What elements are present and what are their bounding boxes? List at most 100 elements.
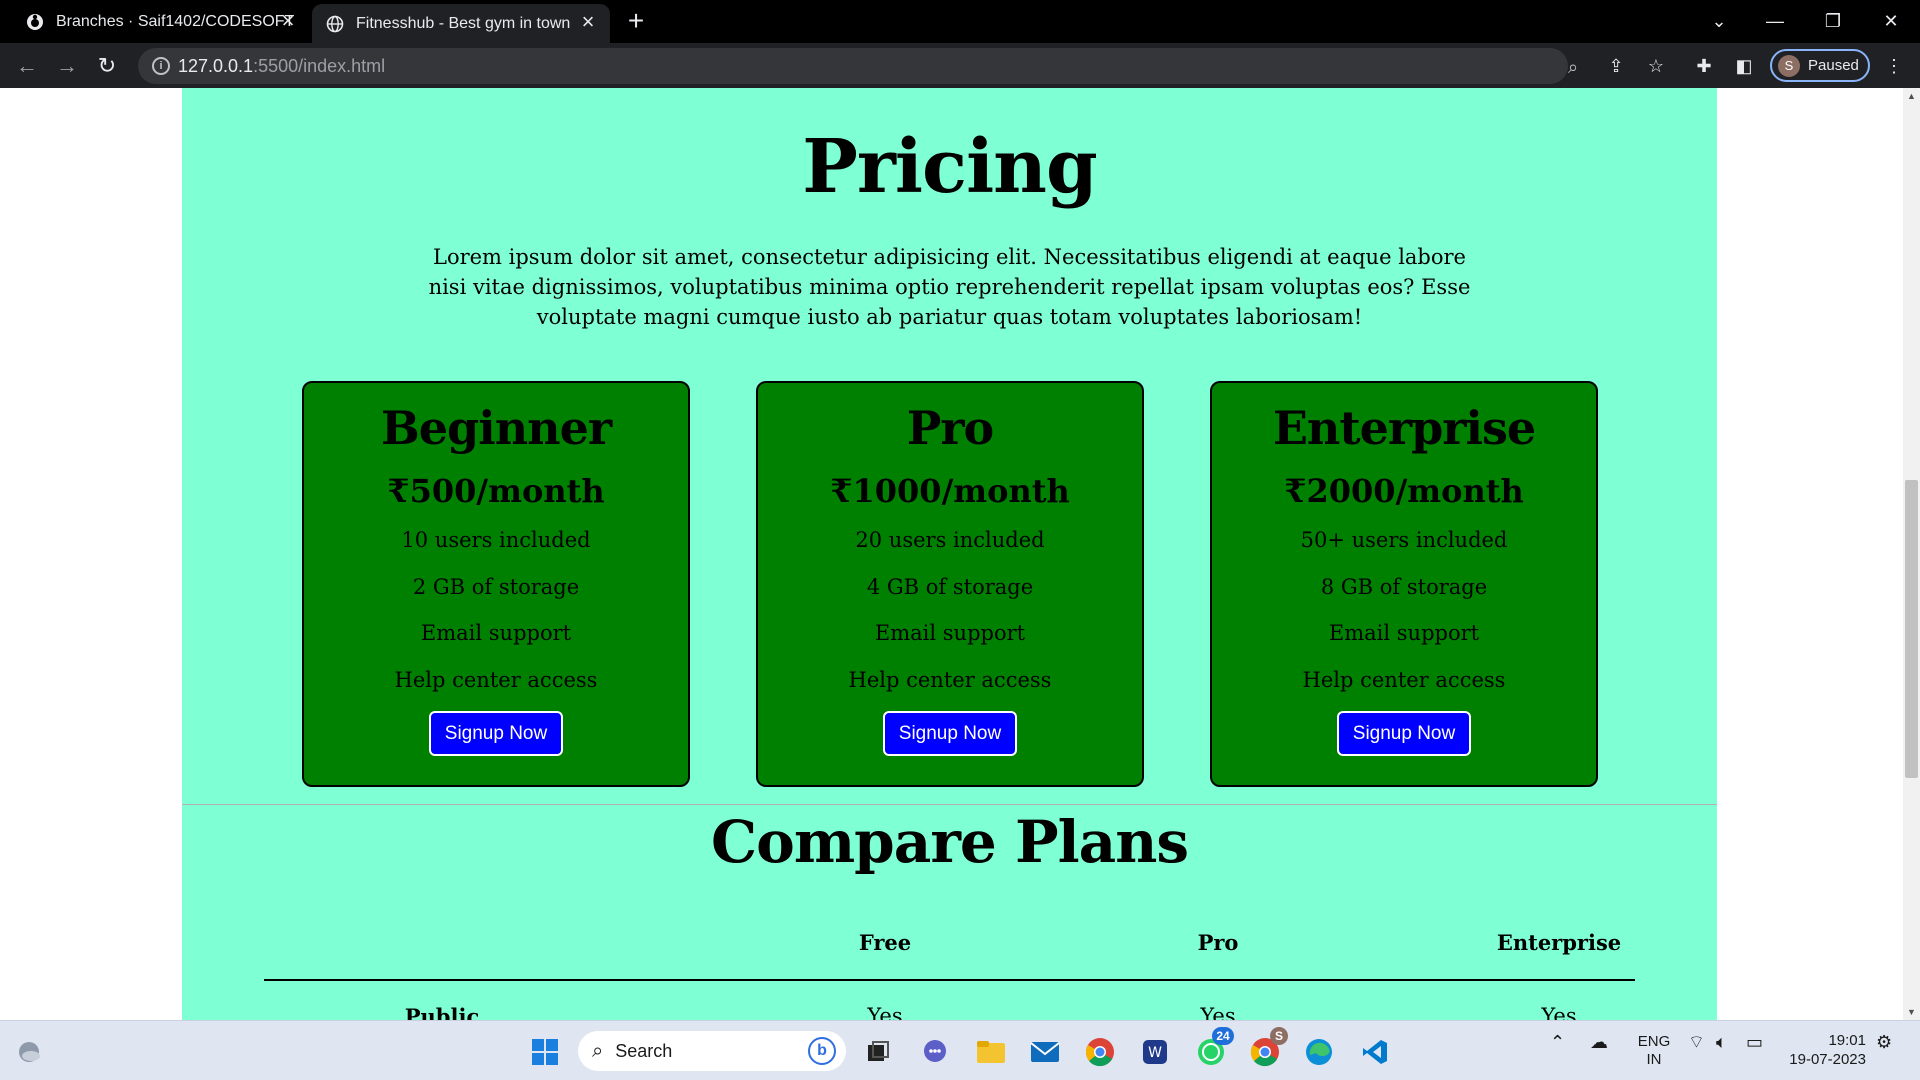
minimize-icon[interactable]: — (1752, 6, 1798, 36)
plan-name: Beginner (380, 401, 612, 455)
signup-button[interactable]: Signup Now (883, 711, 1017, 756)
word-app-icon[interactable]: W (1138, 1035, 1172, 1069)
weather-widget-icon[interactable] (12, 1035, 46, 1069)
plan-feature: 50+ users included (1300, 528, 1508, 552)
plan-feature: Email support (420, 621, 572, 645)
plan-feature: 20 users included (855, 528, 1045, 552)
clock-date: 19-07-2023 (1789, 1051, 1866, 1068)
tab-title: Fitnesshub - Best gym in town (356, 14, 571, 32)
table-cell: Yes (867, 1004, 903, 1020)
teams-chat-icon[interactable] (918, 1035, 952, 1069)
url-text[interactable]: 127.0.0.1:5500/index.html (178, 56, 385, 77)
tab-github-branches[interactable]: Branches · Saif1402/CODESOFT × (14, 0, 310, 43)
address-bar[interactable]: i 127.0.0.1:5500/index.html ⌕ (138, 48, 1578, 84)
chrome-profile-badge: S (1270, 1027, 1288, 1045)
language-indicator[interactable]: ENG IN (1634, 1033, 1674, 1069)
svg-text:W: W (1148, 1045, 1162, 1061)
table-header-enterprise: Enterprise (1496, 930, 1622, 955)
share-icon[interactable]: ⇪ (1604, 54, 1628, 78)
close-tab-icon[interactable]: × (578, 11, 598, 33)
search-icon: ⌕ (592, 1039, 604, 1062)
plan-feature: 4 GB of storage (866, 574, 1034, 599)
plan-feature: Help center access (394, 667, 598, 692)
plan-name: Pro (906, 401, 995, 455)
volume-icon[interactable]: 🔈︎ (1716, 1033, 1727, 1051)
table-header-free: Free (858, 930, 912, 955)
profile-button[interactable]: S Paused (1770, 49, 1870, 82)
signup-button[interactable]: Signup Now (1337, 711, 1471, 756)
vscode-icon[interactable] (1358, 1035, 1392, 1069)
extensions-puzzle-icon[interactable]: ✚ (1692, 54, 1716, 78)
close-window-icon[interactable]: ✕ (1868, 6, 1914, 36)
plan-name: Enterprise (1272, 401, 1536, 455)
chrome-profile-icon[interactable]: S (1248, 1027, 1288, 1069)
pricing-page: Pricing Lorem ipsum dolor sit amet, cons… (182, 88, 1717, 1020)
scrollbar-thumb[interactable] (1905, 480, 1918, 778)
plan-price: ₹500/month (387, 472, 605, 510)
bing-icon[interactable]: b (808, 1037, 836, 1065)
onedrive-icon[interactable]: ☁ (1590, 1033, 1608, 1051)
plan-feature: Help center access (1302, 667, 1506, 692)
browser-toolbar: ← → ↻ i 127.0.0.1:5500/index.html ⌕ ⇪ ☆ … (0, 43, 1920, 88)
close-tab-icon[interactable]: × (278, 10, 298, 32)
plan-feature: 2 GB of storage (412, 574, 580, 599)
table-row-label: Public (404, 1004, 480, 1020)
pricing-description: Lorem ipsum dolor sit amet, consectetur … (428, 245, 1471, 329)
table-header-rule (264, 979, 1635, 981)
globe-icon (326, 15, 344, 33)
menu-kebab-icon[interactable]: ⋮ (1882, 54, 1906, 78)
compare-plans-title: Compare Plans (710, 808, 1189, 876)
whatsapp-badge: 24 (1212, 1027, 1234, 1045)
taskbar-search-input[interactable]: ⌕ Search b (578, 1031, 846, 1071)
chrome-icon[interactable] (1083, 1035, 1117, 1069)
windows-taskbar: ⌕ Search b W 24 S ⌃ ☁ ENG IN ⌔ 🔈︎ ▭ 19:0… (0, 1020, 1920, 1080)
whatsapp-icon[interactable]: 24 (1194, 1027, 1234, 1069)
browser-title-bar: Branches · Saif1402/CODESOFT × Fitnesshu… (0, 0, 1920, 43)
scroll-up-arrow-icon[interactable]: ▲ (1903, 88, 1920, 104)
mail-icon[interactable] (1028, 1035, 1062, 1069)
language-code: ENG (1637, 1033, 1671, 1050)
file-explorer-icon[interactable] (974, 1035, 1008, 1069)
wifi-icon[interactable]: ⌔ (1688, 1033, 1705, 1051)
github-icon (26, 13, 44, 31)
system-clock[interactable]: 19:01 19-07-2023 (1786, 1031, 1866, 1069)
back-arrow-icon[interactable]: ← (12, 51, 42, 81)
plan-feature: Email support (874, 621, 1026, 645)
bookmark-star-icon[interactable]: ☆ (1644, 54, 1668, 78)
new-tab-icon[interactable]: + (622, 7, 650, 36)
side-panel-icon[interactable]: ◧ (1732, 54, 1756, 78)
clock-time: 19:01 (1828, 1032, 1866, 1049)
windows-start-icon[interactable] (528, 1035, 562, 1069)
notifications-icon[interactable]: ⚙ (1876, 1033, 1892, 1051)
task-view-icon[interactable] (861, 1035, 895, 1069)
search-placeholder: Search (615, 1040, 673, 1061)
plan-feature: 8 GB of storage (1320, 574, 1488, 599)
region-code: IN (1646, 1051, 1662, 1068)
reload-icon[interactable]: ↻ (92, 51, 122, 81)
section-divider (182, 804, 1717, 805)
restore-icon[interactable]: ❐ (1810, 6, 1856, 36)
plan-card-enterprise: Enterprise ₹2000/month 50+ users include… (1210, 381, 1598, 787)
plan-feature: 10 users included (401, 528, 591, 552)
table-cell: Yes (1200, 1004, 1236, 1020)
page-scrollbar[interactable]: ▲ ▼ (1903, 88, 1920, 1020)
tab-fitnesshub[interactable]: Fitnesshub - Best gym in town × (312, 4, 610, 43)
edge-icon[interactable] (1302, 1035, 1336, 1069)
plan-price: ₹1000/month (830, 472, 1070, 510)
table-cell: Yes (1541, 1004, 1577, 1020)
page-viewport: Pricing Lorem ipsum dolor sit amet, cons… (0, 88, 1903, 1020)
forward-arrow-icon[interactable]: → (52, 51, 82, 81)
plan-feature: Help center access (848, 667, 1052, 692)
profile-status: Paused (1808, 57, 1859, 74)
plan-card-pro: Pro ₹1000/month 20 users included 4 GB o… (756, 381, 1144, 787)
signup-button[interactable]: Signup Now (429, 711, 563, 756)
tab-title: Branches · Saif1402/CODESOFT (56, 12, 295, 30)
tab-search-chevron-icon[interactable]: ⌄ (1696, 6, 1742, 36)
pricing-title: Pricing (802, 124, 1097, 210)
show-hidden-icons-chevron-icon[interactable]: ⌃ (1550, 1033, 1565, 1051)
plan-card-beginner: Beginner ₹500/month 10 users included 2 … (302, 381, 690, 787)
site-info-icon[interactable]: i (152, 57, 170, 75)
zoom-icon[interactable]: ⌕ (1562, 56, 1584, 78)
battery-icon[interactable]: ▭ (1746, 1033, 1763, 1051)
scroll-down-arrow-icon[interactable]: ▼ (1903, 1004, 1920, 1020)
